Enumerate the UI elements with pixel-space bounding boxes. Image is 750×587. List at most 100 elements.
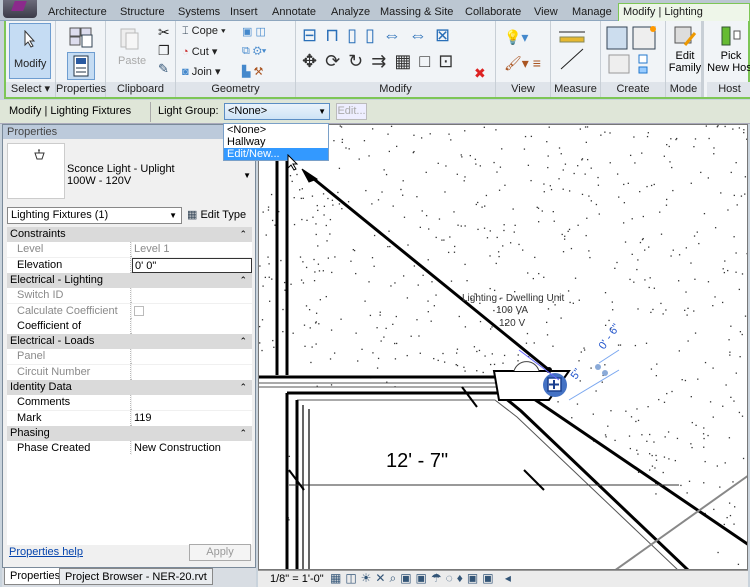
- tab-project-browser[interactable]: Project Browser - NER-20.rvt: [59, 568, 213, 585]
- tab-systems[interactable]: Systems: [174, 4, 224, 21]
- edit-family-button[interactable]: Edit Family: [666, 25, 704, 81]
- properties-palette: Properties Sconce Light - Uplight 100W - …: [2, 124, 256, 568]
- cut-button[interactable]: ◔ Cut ▾: [182, 45, 217, 58]
- hide-bulb-icon[interactable]: 💡▾: [504, 29, 528, 46]
- view-control-icons[interactable]: ▦◫☀✕⌕▣▣☂◌♦▣▣ ◂: [330, 571, 515, 586]
- edit-type-button[interactable]: ▦ Edit Type: [187, 207, 246, 224]
- group-header[interactable]: Electrical - Loads ⌃: [7, 334, 252, 350]
- collapse-icon[interactable]: ⌃: [239, 273, 247, 288]
- tab-properties[interactable]: Properties: [4, 568, 67, 585]
- paint-icon[interactable]: ▙ ⚒: [242, 65, 263, 78]
- tab-view[interactable]: View: [530, 4, 562, 21]
- property-row: Elevation 0' 0": [7, 257, 252, 273]
- collapse-icon[interactable]: ⌃: [239, 334, 247, 349]
- temp-dimension[interactable]: 0' - 6": [597, 322, 623, 352]
- tag-line-2: 100 VA: [496, 305, 528, 316]
- measure-panel: Measure: [551, 21, 601, 97]
- match-type-icon[interactable]: ✎: [158, 61, 169, 77]
- geometry-panel-label: Geometry: [176, 82, 295, 97]
- collapse-icon[interactable]: ⌃: [239, 426, 247, 441]
- dimension-label[interactable]: 12' - 7": [386, 450, 448, 472]
- property-value[interactable]: [132, 349, 252, 365]
- dropdown-option-highlighted[interactable]: Edit/New...: [224, 148, 328, 160]
- temp-dimension-small[interactable]: 5": [569, 367, 585, 382]
- type-preview: [7, 143, 65, 199]
- wall-joins-icon[interactable]: ▣ ◫: [242, 25, 266, 38]
- properties-panel: Properties: [56, 21, 106, 97]
- tab-modify-lighting-fixtures[interactable]: Modify | Lighting Fixtures: [618, 3, 750, 34]
- cope-button[interactable]: ⌶ Cope ▾: [182, 25, 226, 38]
- application-menu-button[interactable]: [3, 0, 37, 18]
- property-name: Phase Created: [7, 441, 131, 457]
- modify-label: Modify: [14, 58, 47, 70]
- edit-button[interactable]: Edit...: [336, 103, 367, 120]
- apply-button[interactable]: Apply: [189, 544, 251, 561]
- floor-plan-drawing[interactable]: 5" 0' - 6" Lighting - Dwelling Unit 100 …: [259, 125, 748, 570]
- property-value[interactable]: 119: [132, 410, 252, 426]
- group-header[interactable]: Electrical - Lighting ⌃: [7, 272, 252, 288]
- type-properties-icon[interactable]: [68, 25, 94, 49]
- tab-massing-site[interactable]: Massing & Site: [376, 4, 457, 21]
- property-row: Comments: [7, 395, 252, 411]
- collapse-icon[interactable]: ⌃: [239, 380, 247, 395]
- copy-icon[interactable]: ❐: [158, 43, 170, 59]
- property-value[interactable]: [132, 395, 252, 411]
- property-value[interactable]: [132, 318, 252, 334]
- group-header[interactable]: Identity Data ⌃: [7, 380, 252, 395]
- modify-button[interactable]: Modify: [9, 23, 51, 79]
- view-scale[interactable]: 1/8" = 1'-0": [270, 573, 324, 585]
- group-header[interactable]: Phasing ⌃: [7, 425, 252, 441]
- dropdown-option[interactable]: Hallway: [224, 136, 328, 148]
- modify-tools-row1[interactable]: ⊟⊓▯▯⇔⇔⊠: [302, 25, 458, 46]
- property-value[interactable]: 0' 0": [132, 257, 252, 273]
- join-button[interactable]: ◙ Join ▾: [182, 65, 220, 78]
- properties-toggle-button[interactable]: [67, 52, 95, 80]
- collapse-icon[interactable]: ⌃: [239, 227, 247, 242]
- property-name: Elevation: [7, 257, 131, 273]
- tab-structure[interactable]: Structure: [116, 4, 169, 21]
- tab-architecture[interactable]: Architecture: [44, 4, 111, 21]
- paste-button[interactable]: Paste: [118, 55, 146, 67]
- select-dropdown[interactable]: Select ▾: [6, 82, 55, 97]
- create-group-icon[interactable]: [605, 25, 663, 79]
- modify-panel-label: Modify: [296, 82, 495, 97]
- tag-line-1: Lighting - Dwelling Unit: [462, 293, 564, 304]
- instance-filter-select[interactable]: Lighting Fixtures (1) ▼: [7, 207, 182, 224]
- property-value[interactable]: Level 1: [132, 242, 252, 258]
- property-name: Switch ID: [7, 288, 131, 304]
- tab-annotate[interactable]: Annotate: [268, 4, 320, 21]
- select-panel: Modify Select ▾: [6, 21, 56, 97]
- property-value[interactable]: [132, 288, 252, 304]
- property-value[interactable]: [132, 364, 252, 380]
- light-group-dropdown[interactable]: <None> Hallway Edit/New...: [223, 123, 329, 161]
- tab-collaborate[interactable]: Collaborate: [461, 4, 525, 21]
- drawing-canvas[interactable]: 5" 0' - 6" Lighting - Dwelling Unit 100 …: [258, 124, 748, 570]
- split-face-icon[interactable]: ⧉ ⚙▾: [242, 45, 266, 58]
- property-value[interactable]: New Construction: [132, 441, 252, 457]
- modify-tools-row2[interactable]: ✥⟳↻⇉▦□⊡: [302, 51, 461, 72]
- type-selector[interactable]: Sconce Light - Uplight 100W - 120V ▼: [67, 163, 253, 195]
- pick-new-host-button[interactable]: PickNew Host: [707, 25, 750, 81]
- tag-line-3: 120 V: [499, 318, 525, 329]
- property-row: Switch ID: [7, 288, 252, 304]
- checkbox[interactable]: [134, 305, 144, 316]
- view-control-bar: 1/8" = 1'-0" ▦◫☀✕⌕▣▣☂◌♦▣▣ ◂: [258, 570, 748, 587]
- tab-insert[interactable]: Insert: [226, 4, 262, 21]
- tab-manage[interactable]: Manage: [568, 4, 616, 21]
- property-name: Comments: [7, 395, 131, 411]
- measure-icon[interactable]: [557, 27, 597, 77]
- clipboard-panel: Paste ✂ ❐ ✎ Clipboard: [106, 21, 176, 97]
- chevron-down-icon: ▼: [318, 107, 326, 116]
- property-value: [132, 303, 252, 319]
- property-row: Circuit Number: [7, 364, 252, 380]
- tab-analyze[interactable]: Analyze: [327, 4, 374, 21]
- cut-scissors-icon[interactable]: ✂: [158, 24, 170, 41]
- dropdown-option[interactable]: <None>: [224, 124, 328, 136]
- delete-icon[interactable]: ✖: [474, 65, 486, 82]
- light-group-select[interactable]: <None> ▼: [224, 103, 330, 120]
- group-header[interactable]: Constraints ⌃: [7, 227, 252, 242]
- property-name: Level: [7, 242, 131, 258]
- properties-help-link[interactable]: Properties help: [9, 546, 83, 558]
- property-name: Mark: [7, 410, 131, 426]
- override-graphics-icon[interactable]: 🖌▾ ≡: [504, 55, 541, 72]
